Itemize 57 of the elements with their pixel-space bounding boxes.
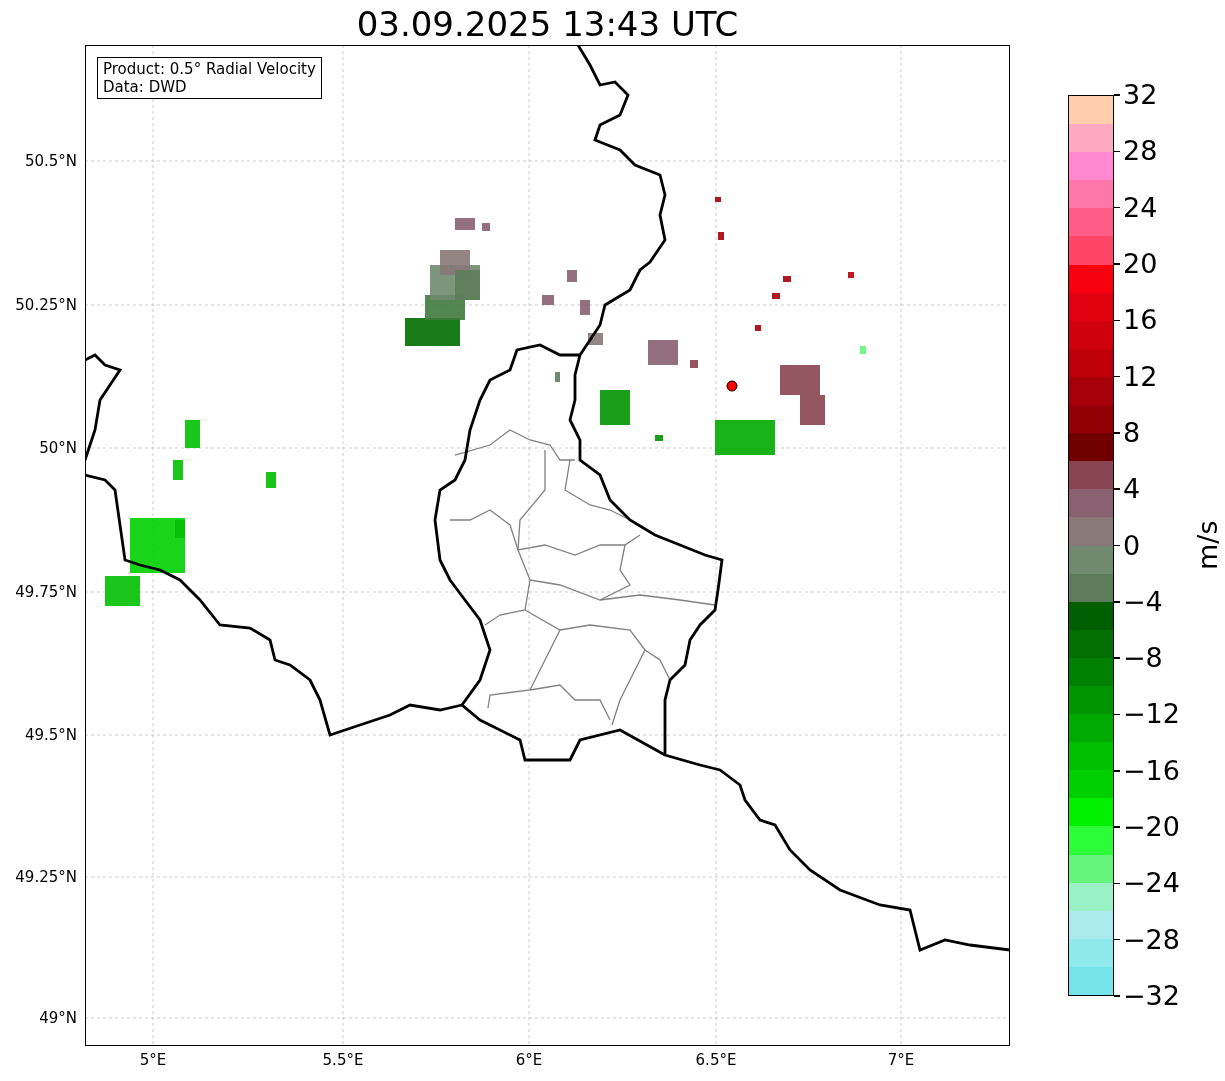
- longitude-label: 5°E: [139, 1051, 167, 1069]
- radar-echo: [848, 272, 854, 278]
- colorbar-tick-label: 32: [1123, 79, 1158, 111]
- chart-title: 03.09.2025 13:43 UTC: [356, 3, 739, 45]
- radar-echo: [690, 360, 698, 368]
- info-text: Product: 0.5° Radial Velocity: [103, 60, 316, 78]
- longitude-label: 7°E: [887, 1051, 915, 1069]
- radar-echo: [482, 223, 490, 231]
- colorbar-tick-label: 4: [1123, 473, 1141, 506]
- colorbar-tick-label: −12: [1123, 698, 1180, 731]
- latitude-label: 49°N: [39, 1009, 77, 1027]
- radar-echo: [105, 576, 140, 606]
- radar-echo: [655, 435, 663, 441]
- radar-echo: [715, 197, 721, 202]
- colorbar-tick-label: 24: [1123, 191, 1158, 224]
- latitude-label: 49.5°N: [24, 726, 77, 744]
- colorbar-tick-label: 0: [1123, 529, 1141, 562]
- latitude-label: 50.25°N: [15, 296, 77, 314]
- radar-echo: [405, 318, 460, 346]
- latitude-label: 50°N: [39, 439, 77, 457]
- radar-echo: [783, 276, 791, 282]
- radar-echo: [555, 372, 560, 382]
- colorbar-tick-label: 8: [1123, 416, 1141, 449]
- radar-echo: [567, 270, 577, 282]
- radar-echo: [580, 300, 590, 315]
- colorbar-tick-label: −20: [1123, 811, 1180, 844]
- radar-echo: [718, 232, 724, 240]
- colorbar-tick-label: 20: [1123, 247, 1158, 280]
- colorbar-tick-label: −8: [1123, 642, 1163, 675]
- radar-echo: [755, 325, 761, 331]
- colorbar-tick-label: −4: [1123, 585, 1163, 618]
- latitude-label: 49.75°N: [15, 583, 77, 601]
- colorbar-tick-label: −16: [1123, 754, 1180, 787]
- radar-echo: [715, 420, 775, 455]
- colorbar-tick-label: 28: [1123, 135, 1158, 168]
- colorbar-tick-label: −24: [1123, 867, 1180, 900]
- longitude-label: 6.5°E: [695, 1051, 737, 1069]
- radar-echo: [173, 460, 183, 480]
- longitude-label: 5.5°E: [322, 1051, 364, 1069]
- radar-echo: [266, 472, 276, 488]
- radar-echo: [860, 346, 866, 354]
- colorbar-tick-label: 12: [1123, 360, 1158, 393]
- colorbar-tick-label: −32: [1123, 980, 1180, 1012]
- latitude-label: 50.5°N: [24, 152, 77, 170]
- info-text: Data: DWD: [103, 78, 188, 96]
- radar-echo: [772, 293, 780, 299]
- radar-echo: [648, 340, 678, 365]
- colorbar-label: m/s: [1191, 520, 1225, 571]
- longitude-label: 6°E: [515, 1051, 543, 1069]
- radar-site-marker: [726, 380, 738, 392]
- radar-echo: [600, 390, 630, 425]
- radar-echo: [455, 218, 475, 230]
- colorbar-tick-label: 16: [1123, 304, 1158, 337]
- radar-echo: [185, 420, 200, 448]
- colorbar-tick-label: −28: [1123, 923, 1180, 956]
- latitude-label: 49.25°N: [15, 868, 77, 886]
- radar-echo: [542, 295, 554, 305]
